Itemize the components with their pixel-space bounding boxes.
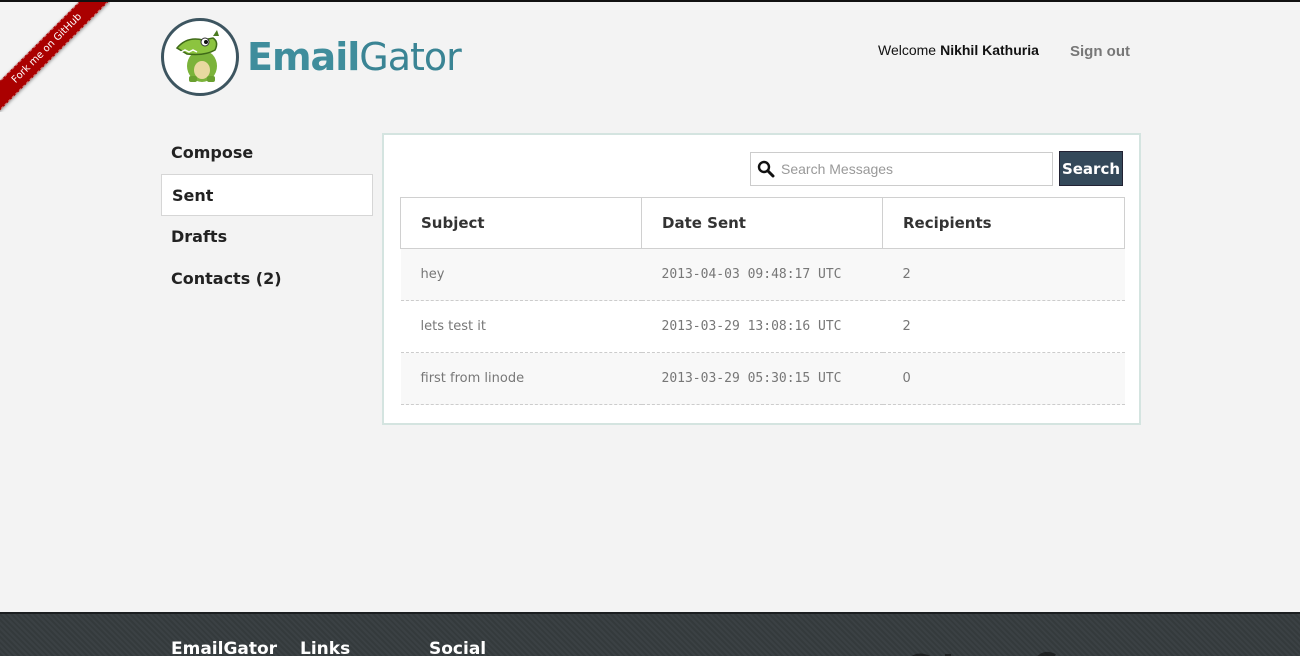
message-recipients: 0 (882, 352, 1125, 405)
messages-panel: Search Subject Date Sent Recipients hey … (382, 133, 1141, 425)
message-subject[interactable]: first from linode (400, 352, 642, 405)
sidebar-item-contacts[interactable]: Contacts (2) (161, 258, 373, 300)
brand-logo[interactable]: EmailGator (161, 18, 462, 96)
table-row[interactable]: lets test it 2013-03-29 13:08:16 UTC 2 (400, 300, 1125, 353)
github-ribbon[interactable]: Fork me on GitHub (0, 2, 110, 112)
sidebar-item-sent[interactable]: Sent (161, 174, 373, 216)
table-row[interactable]: first from linode 2013-03-29 05:30:15 UT… (400, 352, 1125, 405)
user-name: Nikhil Kathuria (940, 42, 1039, 58)
footer-heading-emailgator: EmailGator (171, 639, 278, 656)
column-header-recipients[interactable]: Recipients (882, 197, 1125, 249)
user-greeting: Welcome Nikhil Kathuria (878, 42, 1039, 58)
column-header-subject[interactable]: Subject (400, 197, 642, 249)
sidebar-item-compose[interactable]: Compose (161, 132, 373, 174)
message-recipients: 2 (882, 248, 1125, 301)
search-field[interactable] (750, 152, 1053, 186)
message-recipients: 2 (882, 300, 1125, 353)
github-ribbon-label[interactable]: Fork me on GitHub (0, 2, 110, 112)
table-header-row: Subject Date Sent Recipients (400, 197, 1125, 249)
table-row[interactable]: hey 2013-04-03 09:48:17 UTC 2 (400, 248, 1125, 301)
message-date: 2013-03-29 05:30:15 UTC (641, 352, 883, 405)
message-subject[interactable]: lets test it (400, 300, 642, 353)
sent-messages-table: Subject Date Sent Recipients hey 2013-04… (400, 197, 1125, 405)
sidebar-nav: Compose Sent Drafts Contacts (2) (161, 132, 373, 300)
search-button[interactable]: Search (1059, 151, 1123, 186)
search-input[interactable] (781, 161, 1052, 177)
column-header-date-sent[interactable]: Date Sent (641, 197, 883, 249)
gator-mascot-icon (161, 18, 239, 96)
message-date: 2013-03-29 13:08:16 UTC (641, 300, 883, 353)
sidebar-item-drafts[interactable]: Drafts (161, 216, 373, 258)
site-footer: EmailGator Links Social (0, 612, 1300, 656)
brand-name-light: Gator (359, 35, 462, 79)
welcome-text: Welcome (878, 42, 937, 58)
sign-out-link[interactable]: Sign out (1070, 43, 1130, 60)
footer-heading-links: Links (300, 639, 351, 656)
message-date: 2013-04-03 09:48:17 UTC (641, 248, 883, 301)
footer-decoration-icon (905, 650, 1075, 656)
brand-name-bold: Email (247, 35, 360, 79)
brand-name: EmailGator (247, 35, 462, 79)
footer-heading-social: Social (429, 639, 487, 656)
search-icon (751, 160, 781, 178)
message-subject[interactable]: hey (400, 248, 642, 301)
